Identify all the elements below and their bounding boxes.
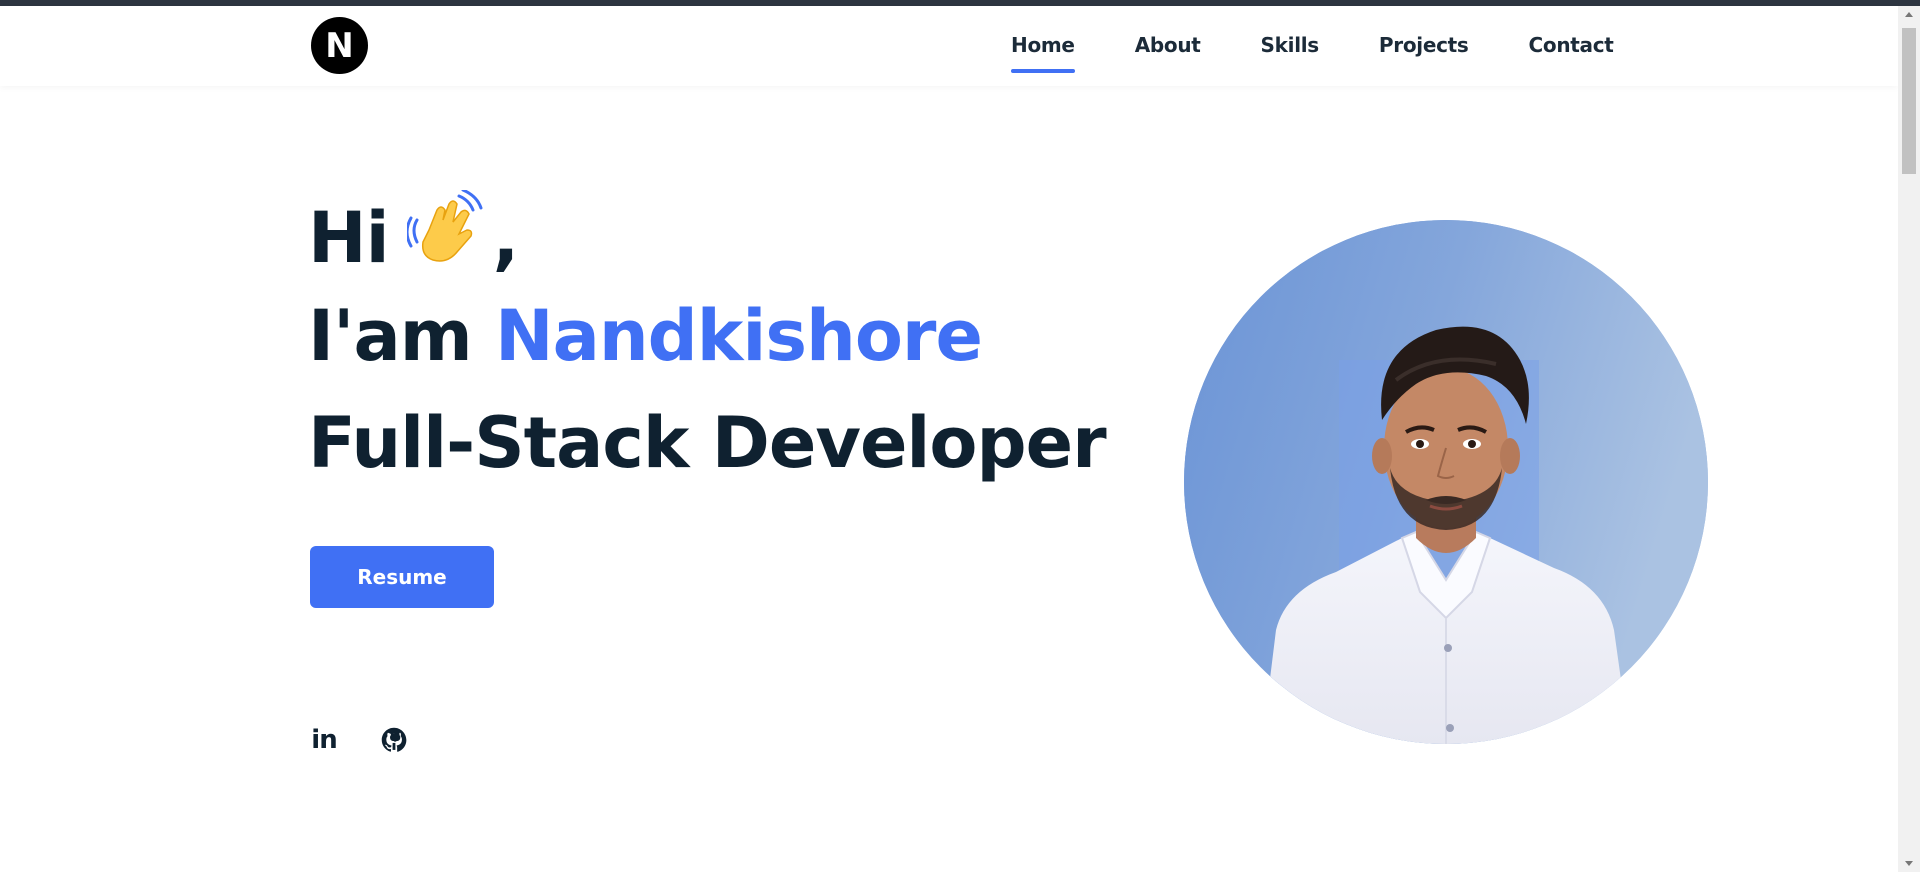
site-header: N Home About Skills Projects Contact (0, 6, 1898, 86)
nav-home[interactable]: Home (1011, 33, 1075, 73)
github-link[interactable] (378, 724, 410, 756)
profile-portrait-image (1184, 220, 1708, 744)
nav-skills[interactable]: Skills (1261, 33, 1320, 57)
hero-greeting: Hi , (308, 190, 520, 279)
nav-projects[interactable]: Projects (1379, 33, 1469, 57)
developer-name: Nandkishore (495, 295, 983, 377)
scroll-down-arrow-icon[interactable] (1905, 861, 1913, 866)
resume-button[interactable]: Resume (310, 546, 494, 608)
hero-intro: I'am Nandkishore (308, 295, 983, 377)
main-nav: Home About Skills Projects Contact (1011, 33, 1614, 73)
greeting-text: Hi (308, 197, 390, 279)
linkedin-link[interactable]: in (308, 724, 340, 756)
waving-hand-icon (406, 190, 483, 262)
github-icon (381, 727, 407, 752)
page-scrollbar[interactable] (1898, 6, 1920, 872)
profile-photo (1184, 220, 1708, 744)
scroll-up-arrow-icon[interactable] (1905, 12, 1913, 17)
intro-prefix: I'am (308, 295, 496, 377)
scroll-thumb[interactable] (1902, 28, 1916, 174)
greeting-suffix: , (492, 197, 520, 279)
linkedin-icon: in (311, 725, 337, 755)
logo[interactable]: N (311, 17, 368, 74)
hero-role: Full-Stack Developer (308, 402, 1107, 484)
nav-about[interactable]: About (1135, 33, 1201, 57)
nav-contact[interactable]: Contact (1529, 33, 1614, 57)
